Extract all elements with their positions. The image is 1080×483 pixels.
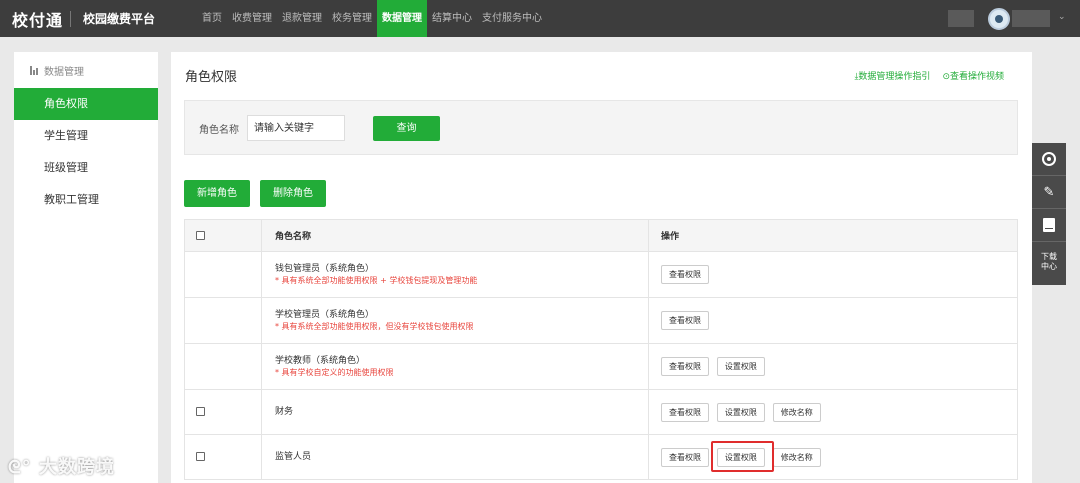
table-row: 监管人员 查看权限 设置权限 修改名称 xyxy=(184,434,1018,480)
view-permissions-button[interactable]: 查看权限 xyxy=(661,311,709,330)
role-cell: 钱包管理员（系统角色） * 具有系统全部功能使用权限 + 学校钱包提现及管理功能 xyxy=(261,251,649,298)
row-checkbox[interactable] xyxy=(196,452,205,461)
document-icon xyxy=(1043,218,1055,232)
platform-title: 校园缴费平台 xyxy=(83,12,156,26)
delete-role-button[interactable]: 删除角色 xyxy=(260,180,326,207)
search-panel: 角色名称 查询 xyxy=(184,100,1018,155)
sidebar-item-role-permissions[interactable]: 角色权限 xyxy=(14,88,158,120)
header-role-name: 角色名称 xyxy=(261,219,649,252)
role-cell: 财务 xyxy=(261,389,649,435)
ops-cell: 查看权限 设置权限 修改名称 xyxy=(648,434,1018,480)
sidebar-item-student-management[interactable]: 学生管理 xyxy=(14,120,158,152)
checkbox-cell xyxy=(184,343,262,390)
role-description: * 具有系统全部功能使用权限 + 学校钱包提现及管理功能 xyxy=(275,276,478,285)
table-row: 学校教师（系统角色） * 具有学校自定义的功能使用权限 查看权限 设置权限 xyxy=(184,343,1018,390)
row-checkbox[interactable] xyxy=(196,407,205,416)
right-float-bar: ✎ 下载 中心 xyxy=(1032,143,1066,285)
nav-settlement-center[interactable]: 结算中心 xyxy=(427,0,477,37)
sidebar: 数据管理 角色权限 学生管理 班级管理 教职工管理 xyxy=(14,52,158,483)
highlight-box xyxy=(710,440,774,472)
document-button[interactable] xyxy=(1032,209,1066,242)
watermark: ᘓ° 大数跨境 xyxy=(8,453,115,479)
checkbox-cell xyxy=(184,251,262,298)
role-cell: 监管人员 xyxy=(261,434,649,480)
header-ops: 操作 xyxy=(648,219,1018,252)
nav-payment-service-center[interactable]: 支付服务中心 xyxy=(477,0,547,37)
rename-button[interactable]: 修改名称 xyxy=(772,447,821,467)
role-description: * 具有系统全部功能使用权限，但没有学校钱包使用权限 xyxy=(275,322,474,331)
nav-school-affairs[interactable]: 校务管理 xyxy=(327,0,377,37)
top-bar: 校付通 校园缴费平台 首页 收费管理 退款管理 校务管理 数据管理 结算中心 支… xyxy=(0,0,1080,37)
roles-table: 角色名称 操作 钱包管理员（系统角色） * 具有系统全部功能使用权限 + 学校钱… xyxy=(184,219,1018,480)
bar-chart-icon xyxy=(30,65,38,75)
role-cell: 学校教师（系统角色） * 具有学校自定义的功能使用权限 xyxy=(261,343,649,390)
guide-link[interactable]: ⤓数据管理操作指引 xyxy=(854,69,930,82)
set-permissions-button[interactable]: 设置权限 xyxy=(716,402,765,422)
headset-icon xyxy=(1042,152,1056,166)
role-description: * 具有学校自定义的功能使用权限 xyxy=(275,368,394,377)
table-row: 钱包管理员（系统角色） * 具有系统全部功能使用权限 + 学校钱包提现及管理功能… xyxy=(184,251,1018,298)
table-header-row: 角色名称 操作 xyxy=(184,219,1018,252)
ops-cell: 查看权限 设置权限 xyxy=(648,343,1018,390)
sidebar-header: 数据管理 xyxy=(14,52,158,88)
user-name-redacted[interactable] xyxy=(1012,10,1050,27)
view-permissions-button[interactable]: 查看权限 xyxy=(661,265,709,284)
highlighted-set-permissions: 设置权限 xyxy=(710,440,774,472)
nav-home[interactable]: 首页 xyxy=(197,0,227,37)
role-name-label: 角色名称 xyxy=(199,125,239,136)
customer-service-button[interactable] xyxy=(1032,143,1066,176)
ops-cell: 查看权限 xyxy=(648,297,1018,344)
role-name: 学校教师（系统角色） xyxy=(275,356,366,366)
add-role-button[interactable]: 新增角色 xyxy=(184,180,250,207)
checkbox-cell xyxy=(184,389,262,435)
table-row: 财务 查看权限 设置权限 修改名称 xyxy=(184,389,1018,435)
watermark-logo-icon: ᘓ° xyxy=(8,457,32,478)
checkbox-cell xyxy=(184,434,262,480)
nav-data-management[interactable]: 数据管理 xyxy=(377,0,427,37)
select-all-checkbox[interactable] xyxy=(196,230,205,240)
role-name: 学校管理员（系统角色） xyxy=(275,310,375,320)
play-circle-icon: ⊙ xyxy=(942,72,950,82)
view-permissions-button[interactable]: 查看权限 xyxy=(661,402,709,422)
set-permissions-button[interactable]: 设置权限 xyxy=(716,357,765,376)
app-logo[interactable]: 校付通 xyxy=(0,7,70,31)
role-cell: 学校管理员（系统角色） * 具有系统全部功能使用权限，但没有学校钱包使用权限 xyxy=(261,297,649,344)
user-avatar[interactable] xyxy=(988,8,1010,30)
video-link[interactable]: ⊙查看操作视频 xyxy=(942,69,1004,82)
main-nav: 首页 收费管理 退款管理 校务管理 数据管理 结算中心 支付服务中心 xyxy=(197,0,547,37)
table-row: 学校管理员（系统角色） * 具有系统全部功能使用权限，但没有学校钱包使用权限 查… xyxy=(184,297,1018,344)
help-links: ⤓数据管理操作指引 ⊙查看操作视频 xyxy=(854,69,1004,82)
view-permissions-button[interactable]: 查看权限 xyxy=(661,447,709,467)
watermark-text: 大数跨境 xyxy=(38,457,115,478)
logo-divider xyxy=(70,10,71,27)
nav-refund-management[interactable]: 退款管理 xyxy=(277,0,327,37)
ops-cell: 查看权限 xyxy=(648,251,1018,298)
sidebar-item-staff-management[interactable]: 教职工管理 xyxy=(14,184,158,216)
page-title: 角色权限 xyxy=(185,70,238,85)
role-name: 财务 xyxy=(275,407,294,417)
view-permissions-button[interactable]: 查看权限 xyxy=(661,357,709,376)
download-center-button[interactable]: 下载 中心 xyxy=(1032,242,1066,282)
ops-cell: 查看权限 设置权限 修改名称 xyxy=(648,389,1018,435)
school-name-redacted xyxy=(948,10,974,27)
pen-icon: ✎ xyxy=(1043,184,1055,200)
sidebar-item-class-management[interactable]: 班级管理 xyxy=(14,152,158,184)
role-name: 监管人员 xyxy=(275,452,312,462)
chevron-down-icon[interactable]: ⌄ xyxy=(1058,12,1066,22)
download-label-line1: 下载 xyxy=(1041,252,1057,261)
download-label-line2: 中心 xyxy=(1041,262,1057,271)
role-name: 钱包管理员（系统角色） xyxy=(275,264,375,274)
role-name-input[interactable] xyxy=(247,115,345,141)
rename-button[interactable]: 修改名称 xyxy=(772,402,821,422)
nav-fee-management[interactable]: 收费管理 xyxy=(227,0,277,37)
query-button[interactable]: 查询 xyxy=(373,116,440,141)
sidebar-header-label: 数据管理 xyxy=(44,66,84,78)
main-panel: 角色权限 ⤓数据管理操作指引 ⊙查看操作视频 角色名称 查询 新增角色 删除角色… xyxy=(171,52,1032,483)
select-all-cell xyxy=(184,219,262,252)
feedback-button[interactable]: ✎ xyxy=(1032,176,1066,209)
checkbox-cell xyxy=(184,297,262,344)
